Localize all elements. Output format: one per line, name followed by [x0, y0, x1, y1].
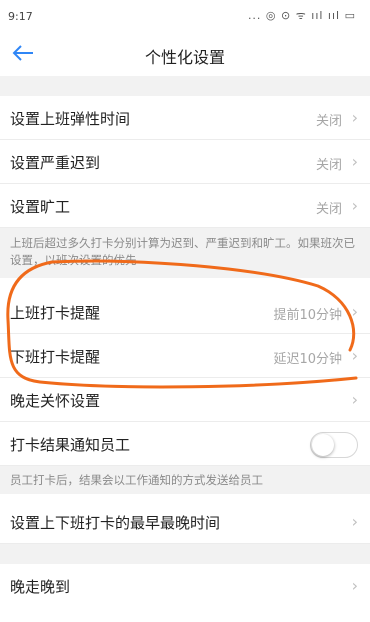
- serious-late-row[interactable]: 设置严重迟到 关闭 ›: [0, 140, 370, 184]
- status-icons: ... ◎ ⊙ ᯤ ııl ııl ▭: [247, 9, 356, 22]
- lateness-hint: 上班后超过多久打卡分别计算为迟到、严重迟到和旷工。如果班次已设置，以班次设置的优…: [0, 228, 370, 278]
- row-label: 设置严重迟到: [10, 154, 101, 172]
- row-value: 延迟10分钟: [273, 352, 342, 367]
- late-care-row[interactable]: 晚走关怀设置 ›: [0, 378, 370, 422]
- row-label: 打卡结果通知员工: [10, 436, 131, 454]
- chevron-right-icon: ›: [351, 152, 358, 171]
- chevron-right-icon: ›: [351, 346, 358, 365]
- status-time: 9:17: [8, 10, 33, 23]
- chevron-right-icon: ›: [351, 576, 358, 595]
- chevron-right-icon: ›: [351, 390, 358, 409]
- notify-hint: 员工打卡后，结果会以工作通知的方式发送给员工: [0, 466, 370, 494]
- nav-bar: 个性化设置: [0, 30, 370, 76]
- checkin-reminder-row[interactable]: 上班打卡提醒 提前10分钟 ›: [0, 290, 370, 334]
- row-label: 下班打卡提醒: [10, 348, 101, 366]
- chevron-right-icon: ›: [351, 512, 358, 531]
- row-label: 晚走关怀设置: [10, 392, 101, 410]
- status-bar: 9:17 ... ◎ ⊙ ᯤ ııl ııl ▭: [0, 0, 370, 30]
- row-label: 设置上下班打卡的最早最晚时间: [10, 514, 221, 532]
- row-value: 关闭: [315, 158, 342, 173]
- row-value: 提前10分钟: [273, 308, 342, 323]
- flex-time-row[interactable]: 设置上班弹性时间 关闭 ›: [0, 96, 370, 140]
- absent-row[interactable]: 设置旷工 关闭 ›: [0, 184, 370, 228]
- earliest-latest-row[interactable]: 设置上下班打卡的最早最晚时间 ›: [0, 500, 370, 544]
- row-value: 关闭: [315, 114, 342, 129]
- checkout-reminder-row[interactable]: 下班打卡提醒 延迟10分钟 ›: [0, 334, 370, 378]
- row-label: 设置上班弹性时间: [10, 110, 131, 128]
- row-value: 关闭: [315, 202, 342, 217]
- section-divider: [0, 544, 370, 564]
- row-label: 设置旷工: [10, 198, 71, 216]
- chevron-right-icon: ›: [351, 108, 358, 127]
- toggle-knob: [312, 434, 334, 456]
- chevron-right-icon: ›: [351, 196, 358, 215]
- row-label: 晚走晚到: [10, 578, 71, 596]
- notify-result-toggle[interactable]: [310, 432, 358, 458]
- late-leave-late-arrive-row[interactable]: 晚走晚到 ›: [0, 564, 370, 608]
- notify-result-row: 打卡结果通知员工: [0, 422, 370, 466]
- page-title: 个性化设置: [144, 48, 225, 67]
- row-label: 上班打卡提醒: [10, 304, 101, 322]
- chevron-right-icon: ›: [351, 302, 358, 321]
- section-divider: [0, 76, 370, 96]
